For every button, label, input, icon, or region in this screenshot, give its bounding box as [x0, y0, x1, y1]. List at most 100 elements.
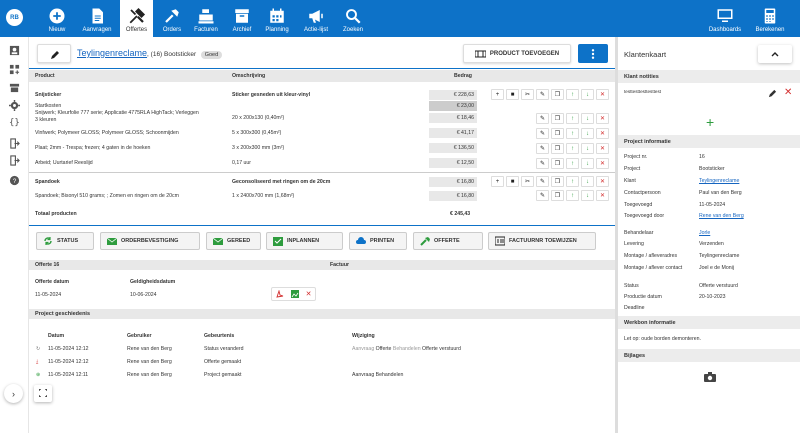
nav-facturen[interactable]: Facturen: [190, 0, 222, 37]
arrow-up-icon[interactable]: ↑: [566, 113, 579, 124]
arrow-down-icon[interactable]: ↓: [581, 89, 594, 100]
nav-orders[interactable]: Orders: [158, 0, 186, 37]
col-user: Gebruiker: [127, 333, 152, 339]
info-value[interactable]: Teylingenreclame: [699, 178, 739, 184]
pencil-icon[interactable]: ✎: [536, 190, 549, 201]
pencil-icon[interactable]: ✎: [536, 89, 549, 100]
pencil-icon[interactable]: ✎: [536, 143, 549, 154]
arrow-up-icon[interactable]: ↑: [566, 190, 579, 201]
code-icon[interactable]: {}: [9, 118, 20, 129]
col-product: Product: [35, 73, 55, 79]
ready-button[interactable]: GEREED: [206, 232, 261, 250]
schedule-button[interactable]: INPLANNEN: [266, 232, 343, 250]
arrow-up-icon[interactable]: ↑: [566, 176, 579, 187]
info-value[interactable]: Jorle: [699, 230, 710, 236]
nav-aanvragen[interactable]: Aanvragen: [78, 0, 116, 37]
delete-icon[interactable]: ✕: [596, 190, 609, 201]
close-icon[interactable]: ✕: [784, 87, 792, 98]
delete-icon[interactable]: ✕: [596, 158, 609, 169]
collapse-panel-button[interactable]: [758, 45, 792, 63]
copy-icon[interactable]: ❐: [551, 89, 564, 100]
col-event: Gebeurtenis: [204, 333, 235, 339]
table-header: Product Omschrijving Bedrag: [29, 70, 615, 82]
arrow-down-icon[interactable]: ↓: [581, 113, 594, 124]
numeric-icon: [495, 236, 505, 246]
nav-offertes[interactable]: Offertes: [120, 0, 153, 37]
pencil-icon[interactable]: [768, 89, 777, 98]
exit-icon[interactable]: [9, 155, 20, 166]
more-menu-button[interactable]: [578, 44, 608, 63]
arrow-down-icon[interactable]: ↓: [581, 176, 594, 187]
col-change: Wijziging: [352, 333, 375, 339]
valid-date: 10-06-2024: [130, 292, 157, 298]
arrow-down-icon[interactable]: ↓: [581, 158, 594, 169]
add-line-button[interactable]: +: [491, 89, 504, 100]
info-label: Contactpersoon: [624, 190, 661, 196]
copy-icon[interactable]: ❐: [551, 176, 564, 187]
arrow-down-icon[interactable]: ↓: [581, 143, 594, 154]
store-icon[interactable]: [9, 82, 20, 93]
arrow-up-icon[interactable]: ↑: [566, 89, 579, 100]
add-line-button[interactable]: +: [491, 176, 504, 187]
nav-label: Offertes: [125, 27, 148, 33]
contacts-icon[interactable]: [9, 45, 20, 56]
arrow-down-icon[interactable]: ↓: [581, 128, 594, 139]
info-value[interactable]: Rene van den Berg: [699, 213, 744, 219]
copy-icon[interactable]: ❐: [551, 143, 564, 154]
order-confirmation-button[interactable]: ORDERBEVESTIGING: [100, 232, 200, 250]
camera-icon[interactable]: [704, 372, 716, 382]
help-icon[interactable]: ?: [9, 175, 20, 186]
nav-nieuw[interactable]: Nieuw: [44, 0, 70, 37]
expand-sidebar-button[interactable]: ›: [4, 384, 23, 403]
nav-zoeken[interactable]: Zoeken: [340, 0, 366, 37]
delete-icon[interactable]: ✕: [596, 176, 609, 187]
assign-invoice-number-button[interactable]: FACTUURNR TOEWIJZEN: [488, 232, 596, 250]
pencil-icon[interactable]: ✎: [536, 158, 549, 169]
info-label: Montage / aflever contact: [624, 265, 683, 271]
delete-icon[interactable]: ✕: [306, 290, 312, 298]
pencil-icon[interactable]: ✎: [536, 113, 549, 124]
delete-icon[interactable]: ✕: [596, 113, 609, 124]
arrow-up-icon[interactable]: ↑: [566, 128, 579, 139]
fullscreen-button[interactable]: [34, 385, 52, 402]
quote-button[interactable]: OFFERTE: [413, 232, 483, 250]
status-badge: Goed: [200, 51, 223, 59]
copy-icon[interactable]: ❐: [551, 113, 564, 124]
edit-button[interactable]: [37, 44, 71, 63]
nav-planning[interactable]: Planning: [262, 0, 292, 37]
copy-icon[interactable]: ❐: [551, 158, 564, 169]
add-product-button[interactable]: PRODUCT TOEVOEGEN: [463, 44, 571, 63]
ready-label: GEREED: [227, 238, 251, 244]
copy-icon[interactable]: ❐: [551, 128, 564, 139]
nav-actie-lijst[interactable]: Actie-lijst: [298, 0, 334, 37]
search-icon: [346, 9, 361, 24]
cut-icon[interactable]: ✂: [521, 89, 534, 100]
pencil-icon[interactable]: ✎: [536, 128, 549, 139]
grid-add-icon[interactable]: [9, 64, 20, 75]
arrow-up-icon[interactable]: ↑: [566, 143, 579, 154]
avatar[interactable]: RB: [6, 9, 23, 26]
pencil-icon[interactable]: ✎: [536, 176, 549, 187]
pdf-icon[interactable]: [275, 290, 284, 298]
gear-icon[interactable]: [9, 100, 20, 111]
add-note-icon[interactable]: +: [706, 114, 714, 130]
nav-berekenen[interactable]: Berekenen: [752, 0, 788, 37]
line-product: Vinfwerk; Polymeer GLOSS; Polymeer GLOSS…: [35, 130, 179, 136]
status-button[interactable]: STATUS: [36, 232, 94, 250]
image-icon[interactable]: [290, 290, 299, 298]
save-icon[interactable]: ■: [506, 89, 519, 100]
arrow-up-icon[interactable]: ↑: [566, 158, 579, 169]
nav-dashboards[interactable]: Dashboards: [704, 0, 746, 37]
delete-icon[interactable]: ✕: [596, 128, 609, 139]
delete-icon[interactable]: ✕: [596, 89, 609, 100]
cut-icon[interactable]: ✂: [521, 176, 534, 187]
nav-archief[interactable]: Archief: [228, 0, 256, 37]
arrow-down-icon[interactable]: ↓: [581, 190, 594, 201]
logout-icon[interactable]: [9, 138, 20, 149]
copy-icon[interactable]: ❐: [551, 190, 564, 201]
customer-link[interactable]: Teylingenreclame: [77, 48, 147, 58]
print-button[interactable]: PRINTEN: [349, 232, 407, 250]
delete-icon[interactable]: ✕: [596, 143, 609, 154]
mail-check-icon: [107, 237, 117, 245]
save-icon[interactable]: ■: [506, 176, 519, 187]
